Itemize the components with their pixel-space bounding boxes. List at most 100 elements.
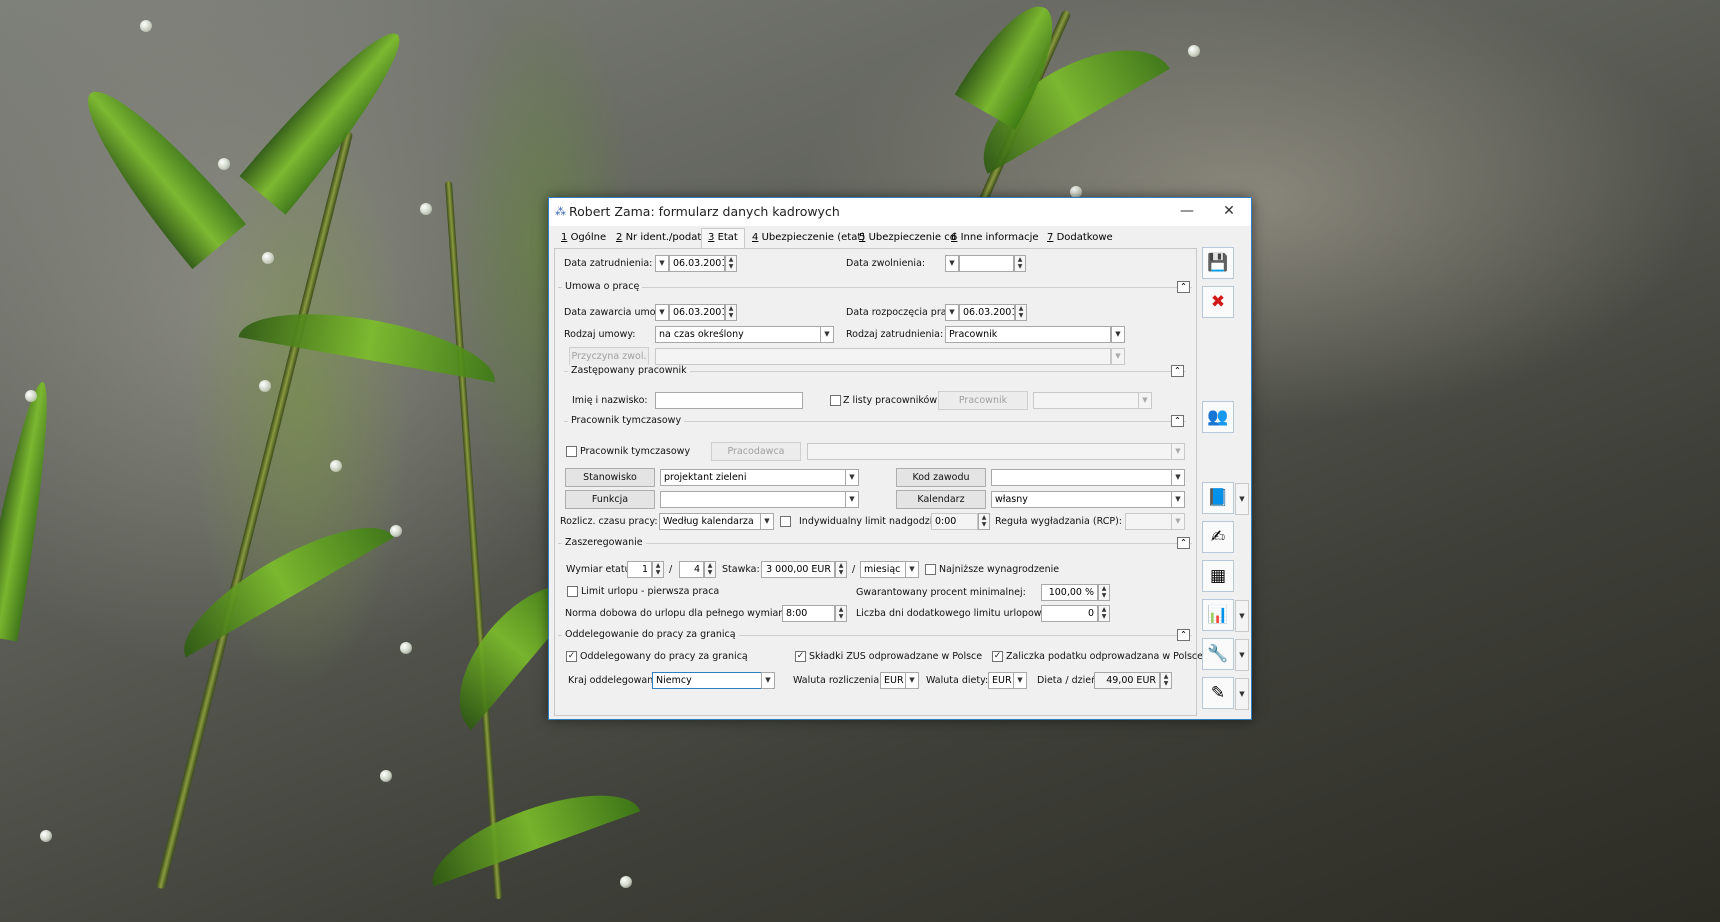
- tab-ogolne[interactable]: 1 Ogólne: [555, 229, 612, 248]
- function-button[interactable]: Funkcja: [565, 490, 655, 509]
- fte-numerator-spinner[interactable]: ▲ ▼: [652, 561, 664, 578]
- diet-spinner[interactable]: ▲ ▼: [1160, 672, 1172, 689]
- dismissal-reason-button[interactable]: Przyczyna zwol.: [569, 347, 649, 366]
- leave-norm-field[interactable]: 8:00: [782, 605, 835, 622]
- chart-menu-arrow[interactable]: ▼: [1235, 600, 1249, 632]
- hire-date-dropdown[interactable]: ▼: [655, 255, 669, 272]
- work-start-field[interactable]: 06.03.2001: [959, 304, 1015, 321]
- people-button[interactable]: 👥: [1202, 401, 1234, 433]
- cancel-button[interactable]: ✖: [1202, 286, 1234, 318]
- save-button[interactable]: 💾: [1202, 247, 1234, 279]
- pen-menu-arrow[interactable]: ▼: [1235, 678, 1249, 710]
- country-dropdown[interactable]: ▼: [761, 672, 775, 689]
- rate-period-dropdown[interactable]: ▼: [905, 561, 919, 578]
- position-dropdown[interactable]: ▼: [845, 469, 859, 486]
- diet-currency-select[interactable]: EUR: [988, 672, 1014, 689]
- function-field[interactable]: [660, 491, 846, 508]
- position-field[interactable]: projektant zieleni: [660, 469, 846, 486]
- calendar-dropdown[interactable]: ▼: [1171, 491, 1185, 508]
- fte-numerator-field[interactable]: 1: [627, 561, 652, 578]
- from-list-checkbox[interactable]: [830, 395, 841, 406]
- calendar-button[interactable]: Kalendarz: [896, 490, 986, 509]
- close-button[interactable]: ✕: [1207, 198, 1251, 226]
- employment-type-label: Rodzaj zatrudnienia:: [846, 329, 944, 340]
- tools-menu-arrow[interactable]: ▼: [1235, 639, 1249, 671]
- rate-field[interactable]: 3 000,00 EUR: [761, 561, 835, 578]
- tools-button[interactable]: 🔧 ▼: [1202, 638, 1249, 671]
- country-select[interactable]: Niemcy: [652, 672, 762, 689]
- work-start-dropdown[interactable]: ▼: [945, 304, 959, 321]
- guaranteed-percent-field[interactable]: 100,00 %: [1041, 584, 1098, 601]
- fte-denominator-spinner[interactable]: ▲ ▼: [704, 561, 716, 578]
- function-dropdown[interactable]: ▼: [845, 491, 859, 508]
- occupation-code-button[interactable]: Kod zawodu: [896, 468, 986, 487]
- dismiss-date-spinner[interactable]: ▲ ▼: [1014, 255, 1026, 272]
- zus-poland-checkbox[interactable]: ✓: [795, 651, 806, 662]
- abroad-collapse-button[interactable]: ⌃: [1177, 629, 1190, 641]
- replaced-employee-field: [1033, 392, 1139, 409]
- chart-button[interactable]: 📊 ▼: [1202, 599, 1249, 632]
- temporary-employee-label: Pracownik tymczasowy: [580, 446, 691, 457]
- sign-date-dropdown[interactable]: ▼: [655, 304, 669, 321]
- replaced-collapse-button[interactable]: ⌃: [1171, 365, 1184, 377]
- rate-period-select[interactable]: miesiąc: [860, 561, 906, 578]
- tab-dodatkowe[interactable]: 7 Dodatkowe: [1041, 229, 1119, 248]
- temporary-collapse-button[interactable]: ⌃: [1171, 415, 1184, 427]
- extra-leave-days-spinner[interactable]: ▲ ▼: [1098, 605, 1110, 622]
- temporary-employee-checkbox[interactable]: [566, 446, 577, 457]
- dismiss-date-dropdown[interactable]: ▼: [945, 255, 959, 272]
- diet-currency-dropdown[interactable]: ▼: [1013, 672, 1027, 689]
- document-menu-arrow[interactable]: ▼: [1235, 483, 1249, 515]
- occupation-code-dropdown[interactable]: ▼: [1171, 469, 1185, 486]
- contract-group-title: Umowa o pracę: [562, 281, 643, 292]
- tab-etat[interactable]: 3 Etat: [701, 228, 745, 249]
- replaced-employee-button[interactable]: Pracownik: [938, 391, 1028, 410]
- delegated-checkbox[interactable]: ✓: [566, 651, 577, 662]
- settlement-currency-dropdown[interactable]: ▼: [905, 672, 919, 689]
- app-icon: ⁂: [555, 205, 566, 218]
- leave-norm-spinner[interactable]: ▲ ▼: [835, 605, 847, 622]
- extra-leave-days-field[interactable]: 0: [1041, 605, 1098, 622]
- hire-date-spinner[interactable]: ▲ ▼: [725, 255, 737, 272]
- minimize-button[interactable]: —: [1165, 198, 1209, 226]
- replaced-name-field[interactable]: [655, 392, 803, 409]
- dismiss-date-field[interactable]: [959, 255, 1014, 272]
- tab-nr-ident[interactable]: 2 Nr ident./podatki: [610, 229, 716, 248]
- occupation-code-field[interactable]: [991, 469, 1173, 486]
- calendar-field[interactable]: własny: [991, 491, 1173, 508]
- pen-button[interactable]: ✎ ▼: [1202, 677, 1249, 710]
- delegated-label: Oddelegowany do pracy za granicą: [580, 651, 748, 662]
- employment-type-dropdown[interactable]: ▼: [1111, 326, 1125, 343]
- grid-button[interactable]: ▦: [1202, 560, 1234, 592]
- dismissal-reason-field: [655, 348, 1111, 365]
- edit-button[interactable]: ✍: [1202, 521, 1234, 553]
- tab-inne-informacje[interactable]: 6 Inne informacje: [945, 229, 1045, 248]
- sign-date-field[interactable]: 06.03.2001: [669, 304, 725, 321]
- grading-collapse-button[interactable]: ⌃: [1177, 537, 1190, 549]
- contract-type-dropdown[interactable]: ▼: [820, 326, 834, 343]
- diet-field[interactable]: 49,00 EUR: [1094, 672, 1160, 689]
- tax-poland-checkbox[interactable]: ✓: [992, 651, 1003, 662]
- employer-dropdown: ▼: [1171, 443, 1185, 460]
- guaranteed-percent-spinner[interactable]: ▲ ▼: [1098, 584, 1110, 601]
- contract-collapse-button[interactable]: ⌃: [1177, 281, 1190, 293]
- document-button[interactable]: 📘 ▼: [1202, 482, 1249, 515]
- hire-date-label: Data zatrudnienia:: [564, 258, 653, 269]
- overtime-limit-checkbox[interactable]: [780, 516, 791, 527]
- work-time-dropdown[interactable]: ▼: [760, 513, 774, 530]
- rate-spinner[interactable]: ▲ ▼: [835, 561, 847, 578]
- cancel-icon: ✖: [1210, 292, 1226, 312]
- contract-type-select[interactable]: na czas określony: [655, 326, 821, 343]
- leave-limit-checkbox[interactable]: [567, 586, 578, 597]
- position-button[interactable]: Stanowisko: [565, 468, 655, 487]
- settlement-currency-select[interactable]: EUR: [880, 672, 906, 689]
- fte-denominator-field[interactable]: 4: [679, 561, 704, 578]
- smoothing-rule-label: Reguła wygładzania (RCP):: [995, 516, 1122, 527]
- employment-type-select[interactable]: Pracownik: [945, 326, 1111, 343]
- hire-date-field[interactable]: 06.03.2001: [669, 255, 725, 272]
- employer-button[interactable]: Pracodawca: [711, 442, 801, 461]
- work-start-spinner[interactable]: ▲ ▼: [1015, 304, 1027, 321]
- work-time-select[interactable]: Według kalendarza: [659, 513, 761, 530]
- lowest-salary-checkbox[interactable]: [925, 564, 936, 575]
- sign-date-spinner[interactable]: ▲ ▼: [725, 304, 737, 321]
